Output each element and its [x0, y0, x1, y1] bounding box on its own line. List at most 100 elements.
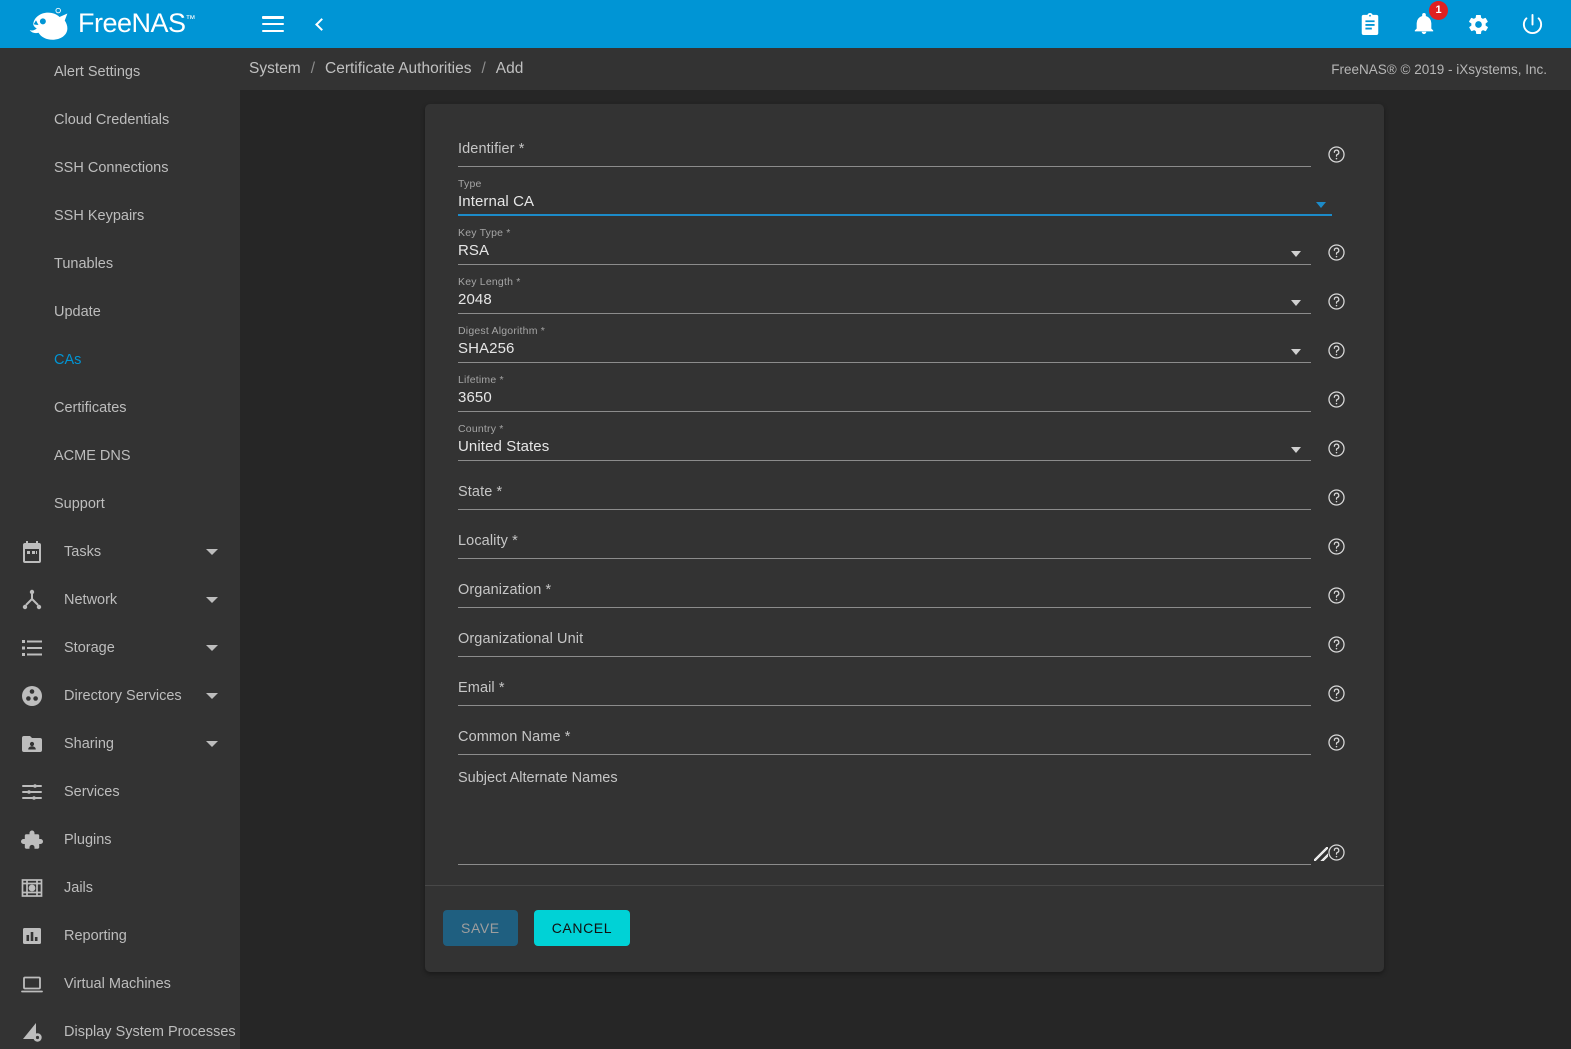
sidebar-item-alert-settings[interactable]: Alert Settings	[0, 48, 240, 96]
sidebar-item-cloud-credentials[interactable]: Cloud Credentials	[0, 96, 240, 144]
field-key-type[interactable]: Key Type * RSA	[441, 220, 1368, 269]
field-state[interactable]: State *	[441, 465, 1368, 514]
notifications-bell-icon[interactable]: 1	[1409, 1, 1448, 39]
sidebar-item-network[interactable]: Network	[0, 576, 240, 624]
sidebar-item-label: Storage	[64, 640, 115, 656]
field-key-length[interactable]: Key Length * 2048	[441, 269, 1368, 318]
sidebar-item-label: Virtual Machines	[64, 976, 171, 992]
field-underline	[458, 864, 1311, 865]
sidebar-item-label: Network	[64, 592, 118, 608]
sidebar-item-certificates[interactable]: Certificates	[0, 384, 240, 432]
field-lifetime[interactable]: Lifetime * 3650	[441, 367, 1368, 416]
field-underline	[458, 214, 1332, 216]
breadcrumb-item-system[interactable]: System	[249, 60, 301, 78]
field-identifier[interactable]: Identifier *	[441, 122, 1368, 171]
network-icon	[12, 587, 52, 613]
sidebar-item-ssh-keypairs[interactable]: SSH Keypairs	[0, 192, 240, 240]
chevron-down-icon[interactable]	[206, 645, 218, 651]
field-label-organization: Organization *	[458, 582, 552, 598]
sidebar-item-services[interactable]: Services	[0, 768, 240, 816]
processes-icon	[12, 1019, 52, 1045]
help-circle-icon[interactable]	[1327, 843, 1346, 862]
caret-down-icon[interactable]	[1316, 202, 1326, 208]
sidebar-item-virtual-machines[interactable]: Virtual Machines	[0, 960, 240, 1008]
copyright-text: FreeNAS® © 2019 - iXsystems, Inc.	[1331, 61, 1547, 77]
help-circle-icon[interactable]	[1327, 635, 1346, 654]
help-circle-icon[interactable]	[1327, 292, 1346, 311]
sidebar-item-storage[interactable]: Storage	[0, 624, 240, 672]
field-subject-alternate-names[interactable]: Subject Alternate Names	[441, 759, 1368, 869]
field-country[interactable]: Country * United States	[441, 416, 1368, 465]
field-common-name[interactable]: Common Name *	[441, 710, 1368, 759]
breadcrumb-item-certificate-authorities[interactable]: Certificate Authorities	[325, 60, 471, 78]
help-circle-icon[interactable]	[1327, 733, 1346, 752]
field-label-country: Country *	[458, 423, 504, 435]
chevron-down-icon[interactable]	[206, 693, 218, 699]
sidebar-item-tunables[interactable]: Tunables	[0, 240, 240, 288]
sidebar-item-reporting[interactable]: Reporting	[0, 912, 240, 960]
sidebar-item-sharing[interactable]: Sharing	[0, 720, 240, 768]
help-circle-icon[interactable]	[1327, 145, 1346, 164]
laptop-icon	[12, 971, 52, 997]
sidebar-item-tasks[interactable]: Tasks	[0, 528, 240, 576]
chevron-down-icon[interactable]	[206, 741, 218, 747]
help-circle-icon[interactable]	[1327, 341, 1346, 360]
puzzle-piece-icon	[12, 827, 52, 853]
help-circle-icon[interactable]	[1327, 439, 1346, 458]
gear-icon[interactable]	[1463, 9, 1493, 39]
hamburger-menu-icon[interactable]	[258, 9, 288, 39]
sidebar-item-plugins[interactable]: Plugins	[0, 816, 240, 864]
brand-logo-area[interactable]: FreeNAS™	[0, 0, 240, 48]
sidebar-nav: Alert Settings Cloud Credentials SSH Con…	[0, 48, 240, 1049]
chevron-down-icon[interactable]	[206, 549, 218, 555]
field-label-key-type: Key Type *	[458, 227, 511, 239]
field-label-common-name: Common Name *	[458, 729, 571, 745]
help-circle-icon[interactable]	[1327, 537, 1346, 556]
help-circle-icon[interactable]	[1327, 243, 1346, 262]
sidebar-item-acme-dns[interactable]: ACME DNS	[0, 432, 240, 480]
sidebar-item-label: Reporting	[64, 928, 127, 944]
chevron-left-icon[interactable]	[304, 9, 334, 39]
caret-down-icon[interactable]	[1291, 251, 1301, 257]
toolbar-left-group	[240, 9, 334, 39]
bar-chart-icon	[12, 923, 52, 949]
caret-down-icon[interactable]	[1291, 349, 1301, 355]
field-organizational-unit[interactable]: Organizational Unit	[441, 612, 1368, 661]
field-underline	[458, 656, 1311, 657]
field-label-organizational-unit: Organizational Unit	[458, 631, 584, 647]
caret-down-icon[interactable]	[1291, 447, 1301, 453]
field-digest-algorithm[interactable]: Digest Algorithm * SHA256	[441, 318, 1368, 367]
sidebar-item-directory-services[interactable]: Directory Services	[0, 672, 240, 720]
help-circle-icon[interactable]	[1327, 684, 1346, 703]
help-circle-icon[interactable]	[1327, 586, 1346, 605]
clipboard-icon[interactable]	[1355, 9, 1385, 39]
breadcrumb-separator: /	[481, 60, 486, 77]
field-locality[interactable]: Locality *	[441, 514, 1368, 563]
form-actions: SAVE CANCEL	[425, 886, 1384, 972]
sidebar-item-display-system-processes[interactable]: Display System Processes	[0, 1008, 240, 1049]
sidebar-item-label: Cloud Credentials	[54, 112, 170, 128]
help-circle-icon[interactable]	[1327, 390, 1346, 409]
power-icon[interactable]	[1517, 9, 1547, 39]
sidebar-item-cas[interactable]: CAs	[0, 336, 240, 384]
sidebar-item-label: Plugins	[64, 832, 112, 848]
sidebar-item-jails[interactable]: Jails	[0, 864, 240, 912]
save-button[interactable]: SAVE	[443, 910, 518, 946]
field-type[interactable]: Type Internal CA	[441, 171, 1368, 220]
field-label-digest-algorithm: Digest Algorithm *	[458, 325, 546, 337]
field-organization[interactable]: Organization *	[441, 563, 1368, 612]
sidebar-item-ssh-connections[interactable]: SSH Connections	[0, 144, 240, 192]
cancel-button[interactable]: CANCEL	[533, 910, 631, 946]
sidebar-item-label: Sharing	[64, 736, 114, 752]
resize-grip-icon[interactable]	[1314, 847, 1328, 861]
help-circle-icon[interactable]	[1327, 488, 1346, 507]
sidebar-item-update[interactable]: Update	[0, 288, 240, 336]
field-value-key-type: RSA	[458, 242, 490, 259]
caret-down-icon[interactable]	[1291, 300, 1301, 306]
sidebar-item-label: Tunables	[54, 256, 114, 272]
field-email[interactable]: Email *	[441, 661, 1368, 710]
jail-bars-icon	[12, 875, 52, 901]
field-label-state: State *	[458, 484, 503, 500]
sidebar-item-support[interactable]: Support	[0, 480, 240, 528]
chevron-down-icon[interactable]	[206, 597, 218, 603]
